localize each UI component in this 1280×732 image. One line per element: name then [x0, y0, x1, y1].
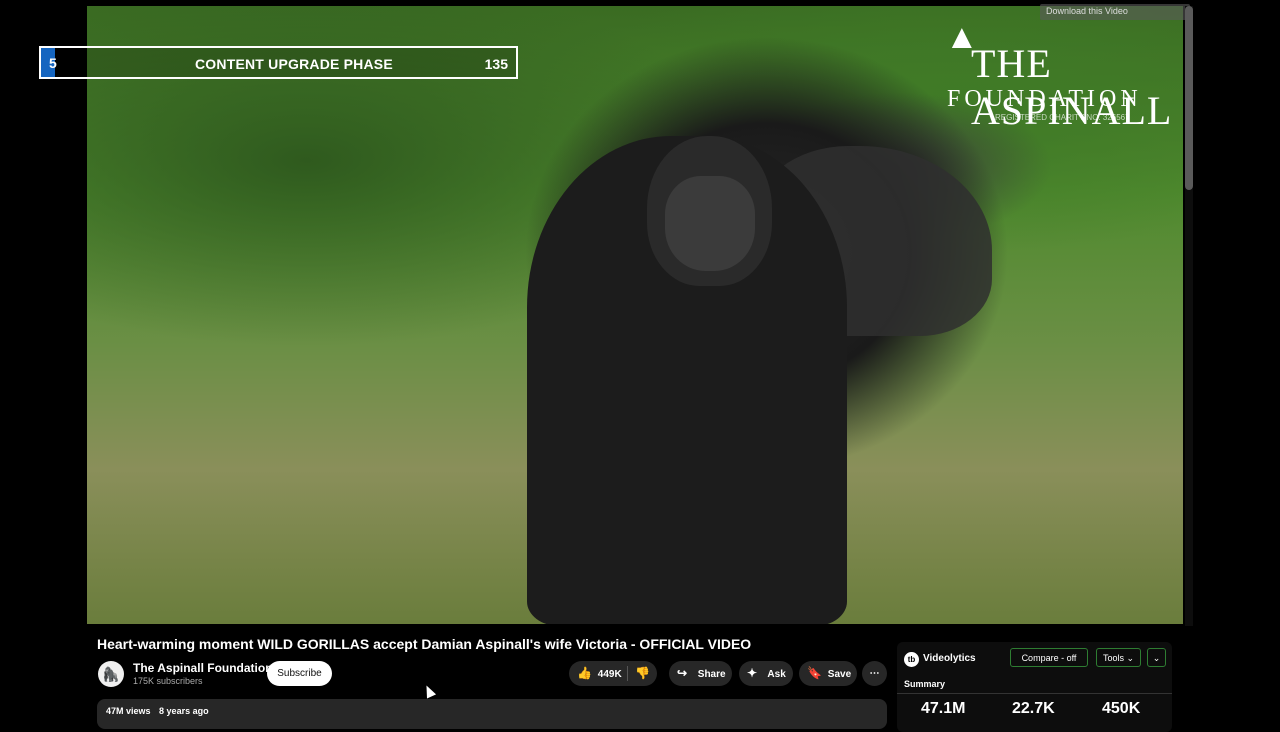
chapter-number: 5	[49, 55, 57, 71]
more-icon: ⋯	[869, 668, 880, 679]
description-box[interactable]	[97, 699, 887, 729]
watermark-registration: REGISTERED CHARITY NO. 326567	[995, 113, 1130, 122]
like-count: 449K	[597, 669, 622, 680]
dislike-button[interactable]: 👎	[635, 661, 653, 687]
channel-avatar[interactable]: 🦍	[98, 661, 124, 687]
videolytics-logo-icon: tb	[904, 652, 919, 667]
save-label: Save	[827, 669, 852, 680]
scrollbar-thumb[interactable]	[1185, 6, 1193, 190]
like-button[interactable]: 👍 449K 👎	[569, 661, 657, 686]
thumbs-down-icon: 👎	[635, 666, 650, 680]
like-divider	[627, 666, 628, 681]
more-actions-button[interactable]: ⋯	[862, 661, 887, 686]
share-label: Share	[697, 669, 726, 680]
chapter-title: CONTENT UPGRADE PHASE	[195, 56, 393, 72]
sparkle-icon: ✦	[747, 666, 758, 680]
share-button[interactable]: ↪ Share	[669, 661, 732, 686]
panel-divider	[897, 693, 1172, 694]
channel-name[interactable]: The Aspinall Foundation	[133, 661, 273, 675]
expand-dropdown-button[interactable]: ⌄	[1147, 648, 1166, 667]
videolytics-name: Videolytics	[923, 653, 976, 664]
chapter-overlay: 5 CONTENT UPGRADE PHASE 135	[39, 46, 518, 79]
video-frame-gorilla-face	[665, 176, 755, 271]
compare-toggle-button[interactable]: Compare - off	[1010, 648, 1088, 667]
foundation-watermark: ▲ THE ASPINALL FOUNDATION REGISTERED CHA…	[945, 18, 1177, 133]
ask-label: Ask	[767, 669, 786, 680]
bookmark-icon: 🔖	[807, 666, 822, 680]
description-meta: 47M views 8 years ago	[106, 706, 215, 716]
upload-age: 8 years ago	[159, 706, 209, 716]
ask-button[interactable]: ✦ Ask	[739, 661, 793, 686]
thumbs-up-icon: 👍	[577, 666, 592, 680]
mouse-cursor-icon	[421, 683, 437, 699]
view-count: 47M views	[106, 706, 151, 716]
videolytics-panel: tb Videolytics Compare - off Tools ⌄ ⌄ S…	[897, 642, 1172, 732]
summary-label: Summary	[904, 679, 946, 689]
save-button[interactable]: 🔖 Save	[799, 661, 857, 686]
stat-views: 47.1M	[921, 700, 966, 717]
chapter-count: 135	[484, 56, 508, 72]
tools-dropdown-button[interactable]: Tools ⌄	[1096, 648, 1141, 667]
share-icon: ↪	[677, 666, 688, 680]
video-title: Heart-warming moment WILD GORILLAS accep…	[97, 636, 752, 652]
stat-likes: 450K	[1102, 700, 1141, 717]
stat-comments: 22.7K	[1012, 700, 1055, 717]
watermark-foundation: FOUNDATION	[947, 86, 1142, 112]
subscriber-count: 175K subscribers	[133, 676, 203, 686]
subscribe-button[interactable]: Subscribe	[267, 661, 332, 686]
